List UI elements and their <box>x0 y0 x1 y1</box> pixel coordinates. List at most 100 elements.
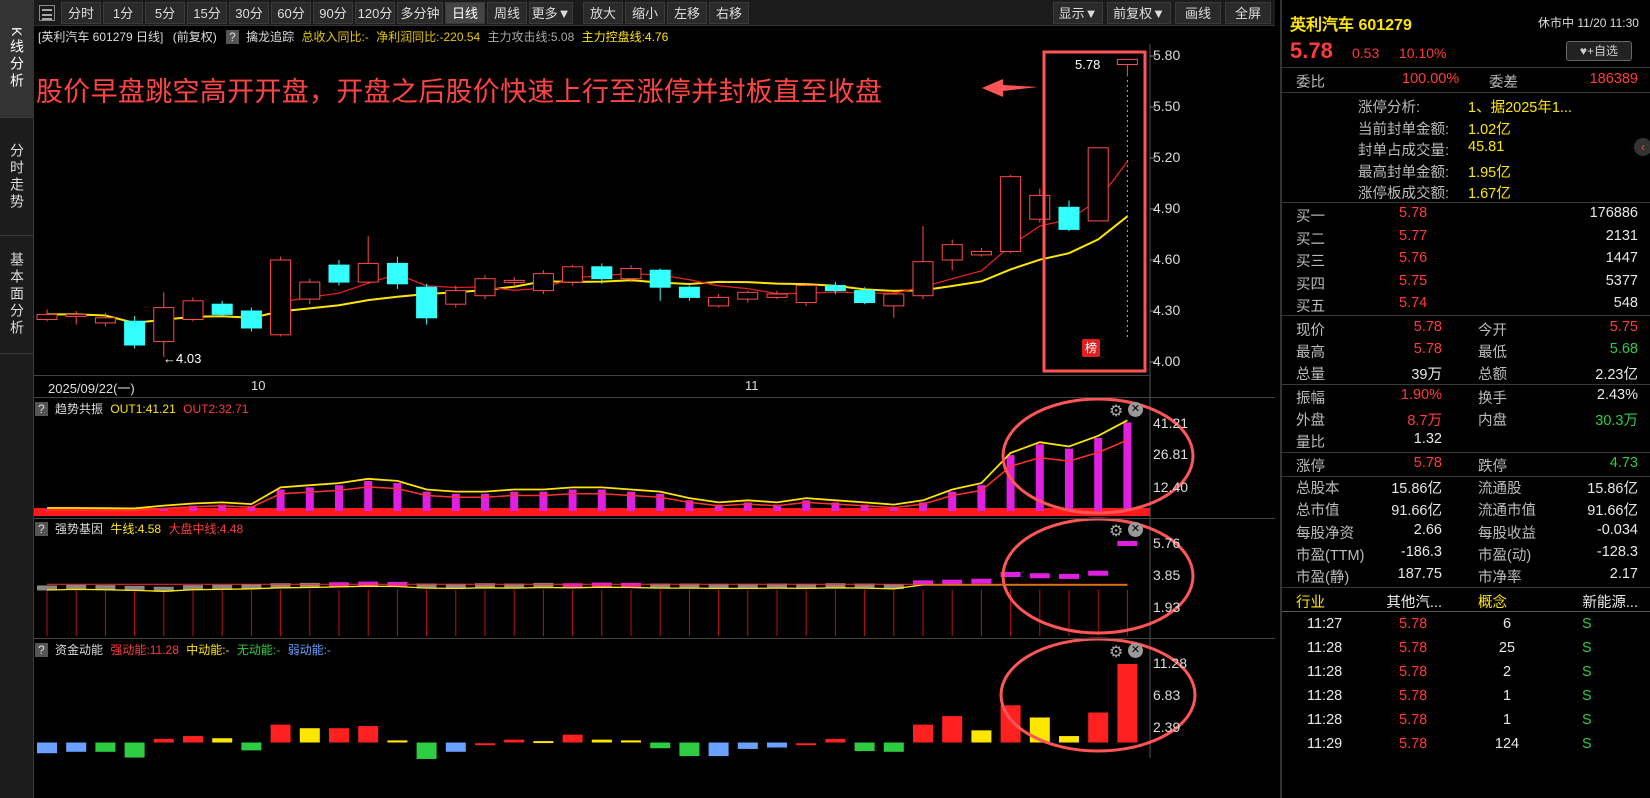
panel2-market: 大盘中线:4.48 <box>168 522 244 536</box>
order-ratio-row: 委比 100.00% 委差 186389 <box>1282 69 1650 91</box>
candle-down <box>854 290 876 304</box>
main-chart-area[interactable] <box>0 0 1275 798</box>
stat-label: 总股本 <box>1296 481 1340 497</box>
stat-value: 2.17 <box>1609 566 1638 582</box>
panel3-help-icon[interactable]: ? <box>35 643 48 657</box>
tick-row: 11:28 5.78 2 S <box>1282 662 1650 684</box>
tick-side: S <box>1582 664 1592 680</box>
panel1-name: 趋势共振 <box>55 402 104 416</box>
stat-value: 新能源... <box>1582 595 1638 611</box>
candle-down <box>211 303 233 315</box>
panel1-help-icon[interactable]: ? <box>35 402 48 416</box>
panel3-close-icon[interactable]: ✕ <box>1128 643 1143 658</box>
bid-row[interactable]: 买一 5.78 176886 <box>1282 203 1650 225</box>
panel1-bar <box>510 491 519 511</box>
candle <box>1029 188 1051 223</box>
tick-side: S <box>1582 616 1592 632</box>
limit-row[interactable]: 涨停分析: 1、据2025年1... <box>1282 94 1650 116</box>
candle <box>1087 147 1109 222</box>
panel2-gear-icon[interactable]: ⚙ <box>1109 521 1123 541</box>
limit-row: 最高封单金额: 1.95亿 <box>1282 159 1650 181</box>
stat-label: 市净率 <box>1478 570 1522 586</box>
panel3-bar <box>504 739 525 743</box>
panel1-axis-3: 12.40 <box>1153 479 1189 495</box>
collapse-icon[interactable]: ‹ <box>1634 138 1650 156</box>
candle <box>678 285 700 301</box>
tick-volume: 6 <box>1502 616 1512 632</box>
panel3-bar <box>913 724 933 743</box>
candle <box>708 294 730 308</box>
panel2-bull: 牛线:4.58 <box>110 522 162 536</box>
tick-row: 11:27 5.78 6 S <box>1282 614 1650 636</box>
panel1-gear-icon[interactable]: ⚙ <box>1109 401 1123 421</box>
candle-down <box>416 286 438 319</box>
candle-down <box>591 266 613 280</box>
candle-down <box>649 269 671 288</box>
candle-up <box>65 313 87 317</box>
candle-up <box>1029 194 1051 220</box>
candle-up <box>1000 176 1022 252</box>
panel2-block <box>971 578 992 584</box>
tick-side: S <box>1582 640 1592 656</box>
panel2-help-icon[interactable]: ? <box>35 522 48 536</box>
bid-label: 买五 <box>1296 299 1325 315</box>
bid-label: 买四 <box>1296 276 1325 293</box>
add-favorite-button[interactable]: ♥+自选 <box>1566 41 1632 61</box>
stat-value: 187.75 <box>1397 566 1442 582</box>
limit-label: 当前封单金额: <box>1358 121 1450 138</box>
candle-up <box>912 261 934 297</box>
panel3-bar <box>183 736 203 743</box>
panel2-close-icon[interactable]: ✕ <box>1128 522 1143 537</box>
candle <box>182 297 204 322</box>
candle <box>532 270 554 294</box>
stat-label: 总额 <box>1478 367 1507 383</box>
bid-price: 5.76 <box>1399 250 1428 266</box>
stat-label: 总市值 <box>1296 503 1340 519</box>
tick-volume: 1 <box>1502 688 1512 704</box>
bid-row[interactable]: 买五 5.74 548 <box>1282 293 1650 315</box>
stat-value: 91.66亿 <box>1587 503 1638 519</box>
panel2-bull-line <box>46 584 1128 592</box>
ma-yellow-line <box>47 215 1129 324</box>
bid-row[interactable]: 买二 5.77 2131 <box>1282 226 1650 248</box>
candle <box>65 311 87 325</box>
bid-row[interactable]: 买四 5.75 5377 <box>1282 271 1650 293</box>
stat-row: 市盈(静) 187.75 市净率 2.17 <box>1282 564 1650 586</box>
candle <box>240 307 262 332</box>
candle-up <box>182 300 204 320</box>
limit-value: 1、据2025年1... <box>1468 100 1572 116</box>
panel3-bar <box>66 742 87 752</box>
candle <box>970 248 992 257</box>
stat-value: -0.034 <box>1596 522 1638 538</box>
candle-down <box>1058 206 1080 230</box>
stat-label: 换手 <box>1478 391 1507 407</box>
quote-price: 5.78 <box>1290 38 1333 63</box>
bid-price: 5.75 <box>1399 272 1428 289</box>
stat-row: 市盈(TTM) -186.3 市盈(动) -128.3 <box>1282 542 1650 564</box>
panel3-bar <box>708 742 729 757</box>
limit-label: 封单占成交量: <box>1358 143 1450 159</box>
stat-value: 91.66亿 <box>1391 503 1442 519</box>
stat-label: 每股净资 <box>1296 526 1354 542</box>
rank-badge[interactable]: 榜 <box>1082 339 1100 357</box>
candle-down <box>386 262 408 285</box>
panel3-gear-icon[interactable]: ⚙ <box>1109 642 1123 662</box>
candle-up <box>474 278 496 297</box>
candle <box>153 292 175 357</box>
stat-row: 总市值 91.66亿 流通市值 91.66亿 <box>1282 497 1650 519</box>
candle-up <box>795 285 817 303</box>
stat-label: 量比 <box>1296 435 1325 451</box>
high-price-label: 5.78 <box>1075 57 1101 72</box>
panel3-bar <box>942 716 963 743</box>
bid-row[interactable]: 买三 5.76 1447 <box>1282 248 1650 270</box>
bid-label: 买一 <box>1296 209 1325 225</box>
tick-price: 5.78 <box>1399 688 1428 704</box>
panel3-bar <box>854 742 875 752</box>
tick-time: 11:28 <box>1307 688 1343 704</box>
stat-row: 外盘 8.7万 内盘 30.3万 <box>1282 407 1650 429</box>
quote-change: 0.53 <box>1352 45 1380 61</box>
tick-row: 11:28 5.78 25 S <box>1282 638 1650 660</box>
tick-price: 5.78 <box>1399 616 1428 632</box>
panel1-close-icon[interactable]: ✕ <box>1128 402 1143 417</box>
panel1-out1: OUT1:41.21 <box>110 402 176 416</box>
